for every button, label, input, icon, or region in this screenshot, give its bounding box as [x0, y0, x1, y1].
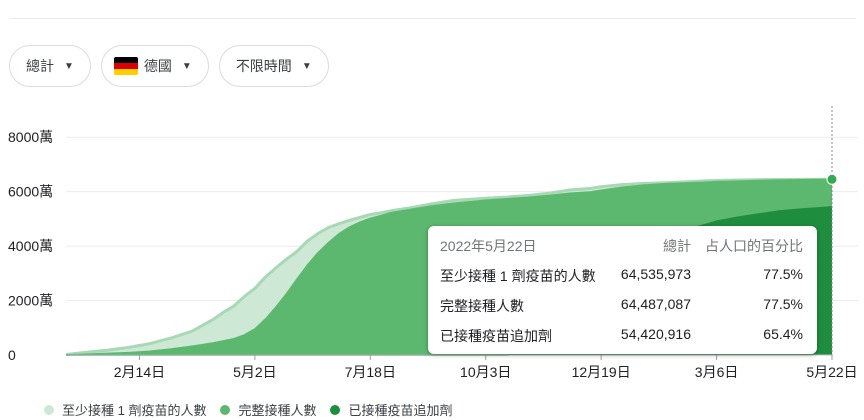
chart-tooltip: 2022年5月22日 總計 占人口的百分比 至少接種 1 劑疫苗的人數 64,5… — [428, 226, 817, 354]
tooltip-pct-header: 占人口的百分比 — [705, 238, 803, 254]
tooltip-date: 2022年5月22日 — [440, 238, 537, 254]
tooltip-row-pct: 77.5% — [763, 296, 803, 312]
x-tick-label: 3月6日 — [695, 364, 739, 380]
x-tick-label: 2月14日 — [114, 364, 165, 380]
x-tick-label: 7月18日 — [345, 364, 396, 380]
tooltip-row-label: 已接種疫苗追加劑 — [440, 328, 552, 344]
legend-dot — [330, 404, 341, 415]
time-range-dropdown[interactable]: 不限時間 ▼ — [218, 45, 329, 87]
chart-legend: 至少接種 1 劑疫苗的人數 完整接種人數 已接種疫苗追加劑 — [44, 400, 467, 419]
y-tick-label: 8000萬 — [8, 129, 53, 145]
tooltip-total-header: 總計 — [663, 238, 691, 254]
metric-dropdown[interactable]: 總計 ▼ — [9, 45, 91, 87]
x-tick-label: 5月22日 — [806, 364, 857, 380]
tooltip-row-label: 完整接種人數 — [440, 298, 524, 314]
tooltip-row-total: 54,420,916 — [620, 326, 691, 342]
legend-item[interactable]: 已接種疫苗追加劑 — [330, 400, 453, 419]
filter-bar: 總計 ▼ 德國 ▼ 不限時間 ▼ — [9, 45, 329, 87]
y-tick-label: 6000萬 — [8, 184, 53, 200]
top-divider — [10, 18, 856, 19]
legend-item[interactable]: 至少接種 1 劑疫苗的人數 — [44, 400, 206, 419]
y-tick-label: 4000萬 — [8, 238, 53, 254]
x-tick-label: 12月19日 — [572, 364, 631, 380]
legend-label: 至少接種 1 劑疫苗的人數 — [62, 403, 207, 418]
x-tick-label: 10月3日 — [460, 364, 511, 380]
tooltip-row-total: 64,535,973 — [620, 266, 691, 282]
legend-label: 已接種疫苗追加劑 — [348, 403, 453, 418]
legend-dot — [44, 404, 54, 415]
legend-dot — [220, 404, 231, 415]
caret-down-icon: ▼ — [64, 60, 74, 72]
legend-label: 完整接種人數 — [238, 403, 317, 418]
tooltip-row-pct: 65.4% — [763, 326, 803, 342]
tooltip-row-label: 至少接種 1 劑疫苗的人數 — [440, 268, 596, 284]
tooltip-row-total: 64,487,087 — [620, 296, 691, 312]
metric-dropdown-label: 總計 — [26, 58, 54, 74]
tooltip-row-pct: 77.5% — [763, 266, 803, 282]
caret-down-icon: ▼ — [301, 60, 312, 72]
y-tick-label: 0 — [8, 347, 16, 363]
x-tick-label: 5月2日 — [233, 364, 277, 380]
y-tick-label: 2000萬 — [8, 293, 53, 309]
hover-marker — [826, 173, 838, 185]
time-range-dropdown-label: 不限時間 — [235, 58, 292, 74]
germany-flag-icon — [113, 57, 138, 75]
legend-item[interactable]: 完整接種人數 — [220, 400, 316, 419]
country-dropdown-label: 德國 — [143, 58, 172, 74]
caret-down-icon: ▼ — [181, 60, 192, 72]
country-dropdown[interactable]: 德國 ▼ — [100, 45, 209, 87]
